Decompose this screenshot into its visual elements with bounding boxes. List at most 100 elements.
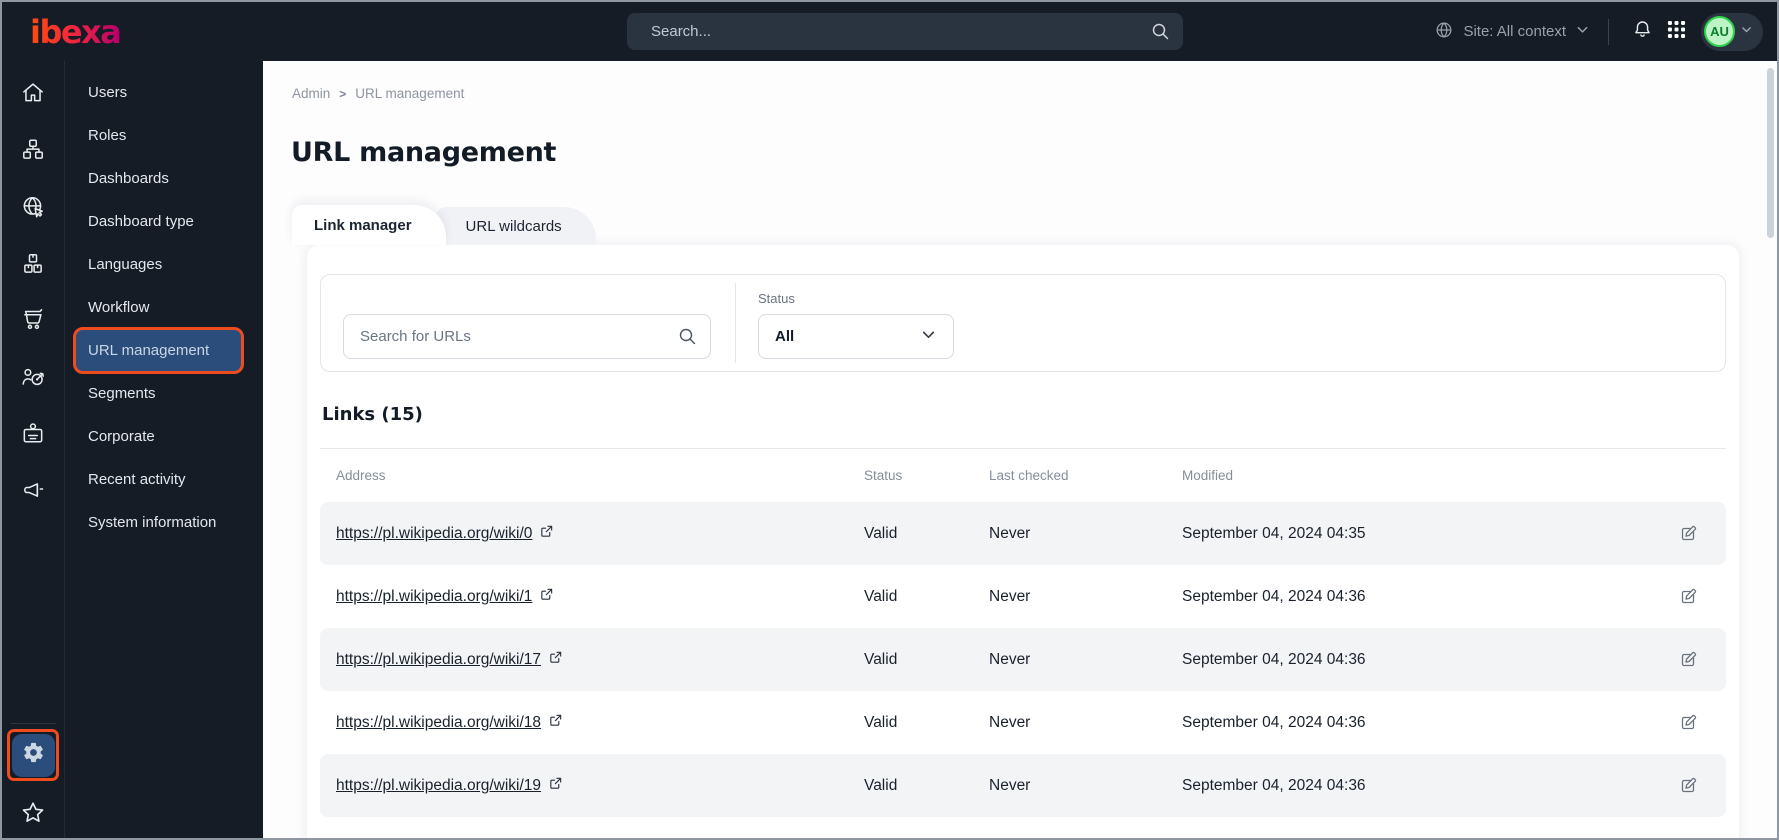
- search-icon: [677, 326, 697, 351]
- sidebar-item-workflow[interactable]: Workflow: [65, 286, 263, 329]
- search-icon: [1150, 21, 1170, 46]
- last-checked-cell: Never: [989, 524, 1031, 542]
- settings-highlight-box: [7, 729, 59, 781]
- home-icon: [20, 80, 46, 111]
- person-target-icon: [20, 364, 46, 395]
- rail-item-audience[interactable]: [13, 359, 53, 399]
- column-header-address: Address: [336, 468, 386, 483]
- status-cell: Valid: [864, 713, 898, 731]
- sidebar-item-recent-activity[interactable]: Recent activity: [65, 458, 263, 501]
- column-header-modified: Modified: [1182, 468, 1234, 483]
- status-cell: Valid: [864, 650, 898, 668]
- bookmarks-button[interactable]: [13, 795, 53, 835]
- edit-url-button[interactable]: [1674, 520, 1702, 548]
- breadcrumb-url-management: URL management: [355, 86, 465, 101]
- settings-button[interactable]: [11, 733, 55, 777]
- sidebar-item-corporate[interactable]: Corporate: [65, 415, 263, 458]
- chevron-down-icon: [920, 326, 937, 347]
- last-checked-cell: Never: [989, 776, 1031, 794]
- page-title: URL management: [291, 137, 557, 168]
- url-search-input[interactable]: [343, 314, 711, 359]
- edit-url-button[interactable]: [1674, 772, 1702, 800]
- user-menu[interactable]: AU: [1701, 12, 1763, 51]
- icon-rail: [2, 61, 64, 838]
- status-cell: Valid: [864, 524, 898, 542]
- chevron-down-icon: [1740, 23, 1753, 41]
- notifications-button[interactable]: [1625, 15, 1659, 49]
- app-switcher-button[interactable]: [1659, 15, 1693, 49]
- topbar-right: Site: All context AU: [1434, 2, 1763, 61]
- megaphone-icon: [20, 478, 46, 509]
- avatar: AU: [1704, 16, 1735, 47]
- tab-url-wildcards[interactable]: URL wildcards: [435, 207, 596, 245]
- rail-item-content-structure[interactable]: [13, 132, 53, 172]
- modified-cell: September 04, 2024 04:36: [1182, 587, 1366, 605]
- sidebar-menu: Users Roles Dashboards Dashboard type La…: [64, 61, 263, 838]
- modified-cell: September 04, 2024 04:35: [1182, 524, 1366, 542]
- scrollbar-thumb[interactable]: [1767, 68, 1774, 238]
- rail-item-marketing[interactable]: [13, 473, 53, 513]
- tab-bar: Link manager URL wildcards: [292, 205, 596, 245]
- modified-cell: September 04, 2024 04:36: [1182, 713, 1366, 731]
- table-row: https://pl.wikipedia.org/wiki/17 Valid N…: [320, 628, 1726, 691]
- sidebar-item-dashboard-type[interactable]: Dashboard type: [65, 200, 263, 243]
- site-context-label: Site: All context: [1463, 23, 1566, 40]
- status-filter-select[interactable]: All: [758, 314, 954, 359]
- table-row: https://pl.wikipedia.org/wiki/0 Valid Ne…: [320, 502, 1726, 565]
- gear-icon: [22, 741, 45, 769]
- breadcrumb-separator: >: [339, 86, 347, 101]
- global-search-input[interactable]: [627, 13, 1183, 50]
- globe-icon: [1434, 20, 1454, 44]
- bell-icon: [1631, 18, 1654, 46]
- url-link[interactable]: https://pl.wikipedia.org/wiki/0: [336, 525, 532, 543]
- scrollbar[interactable]: [1766, 66, 1774, 833]
- rail-item-site[interactable]: [13, 189, 53, 229]
- app-window: ibexa Site: All context: [0, 0, 1779, 840]
- status-filter-label: Status: [758, 291, 795, 306]
- edit-url-button[interactable]: [1674, 583, 1702, 611]
- boxes-icon: [20, 251, 46, 282]
- column-header-status: Status: [864, 468, 903, 483]
- rail-item-corporate[interactable]: [13, 416, 53, 456]
- global-search[interactable]: [627, 13, 1183, 50]
- sidebar-item-system-information[interactable]: System information: [65, 501, 263, 544]
- link-manager-panel: Status All Links (15) Address Status Las…: [307, 245, 1739, 838]
- tab-link-manager[interactable]: Link manager: [292, 205, 446, 245]
- rail-divider: [10, 723, 56, 724]
- edit-url-button[interactable]: [1674, 709, 1702, 737]
- sidebar-item-users[interactable]: Users: [65, 71, 263, 114]
- app-grid-icon: [1667, 20, 1686, 44]
- breadcrumb-admin[interactable]: Admin: [292, 86, 330, 101]
- rail-item-home[interactable]: [13, 75, 53, 115]
- sidebar-item-roles[interactable]: Roles: [65, 114, 263, 157]
- badge-icon: [20, 421, 46, 452]
- external-link-icon: [539, 524, 554, 544]
- rail-item-commerce[interactable]: [13, 302, 53, 342]
- cart-icon: [20, 307, 46, 338]
- url-link[interactable]: https://pl.wikipedia.org/wiki/1: [336, 588, 532, 606]
- links-table: Address Status Last checked Modified htt…: [320, 448, 1726, 817]
- sidebar-item-languages[interactable]: Languages: [65, 243, 263, 286]
- url-link[interactable]: https://pl.wikipedia.org/wiki/18: [336, 714, 541, 732]
- globe-cursor-icon: [20, 194, 46, 225]
- edit-url-button[interactable]: [1674, 646, 1702, 674]
- url-link[interactable]: https://pl.wikipedia.org/wiki/17: [336, 651, 541, 669]
- chevron-down-icon: [1575, 22, 1590, 41]
- modified-cell: September 04, 2024 04:36: [1182, 776, 1366, 794]
- site-context-selector[interactable]: Site: All context: [1434, 20, 1590, 44]
- top-bar: ibexa Site: All context: [2, 2, 1777, 61]
- main-content: Admin > URL management URL management Li…: [263, 61, 1777, 838]
- status-filter-value: All: [775, 328, 795, 345]
- url-link[interactable]: https://pl.wikipedia.org/wiki/19: [336, 777, 541, 795]
- table-row: https://pl.wikipedia.org/wiki/19 Valid N…: [320, 754, 1726, 817]
- rail-item-product-catalog[interactable]: [13, 246, 53, 286]
- table-row: https://pl.wikipedia.org/wiki/18 Valid N…: [320, 691, 1726, 754]
- sidebar-item-segments[interactable]: Segments: [65, 372, 263, 415]
- filter-panel: Status All: [320, 274, 1726, 372]
- last-checked-cell: Never: [989, 650, 1031, 668]
- column-header-last-checked: Last checked: [989, 468, 1069, 483]
- last-checked-cell: Never: [989, 713, 1031, 731]
- sidebar-item-url-management[interactable]: URL management: [73, 327, 244, 374]
- sidebar-item-dashboards[interactable]: Dashboards: [65, 157, 263, 200]
- url-search[interactable]: [343, 314, 711, 359]
